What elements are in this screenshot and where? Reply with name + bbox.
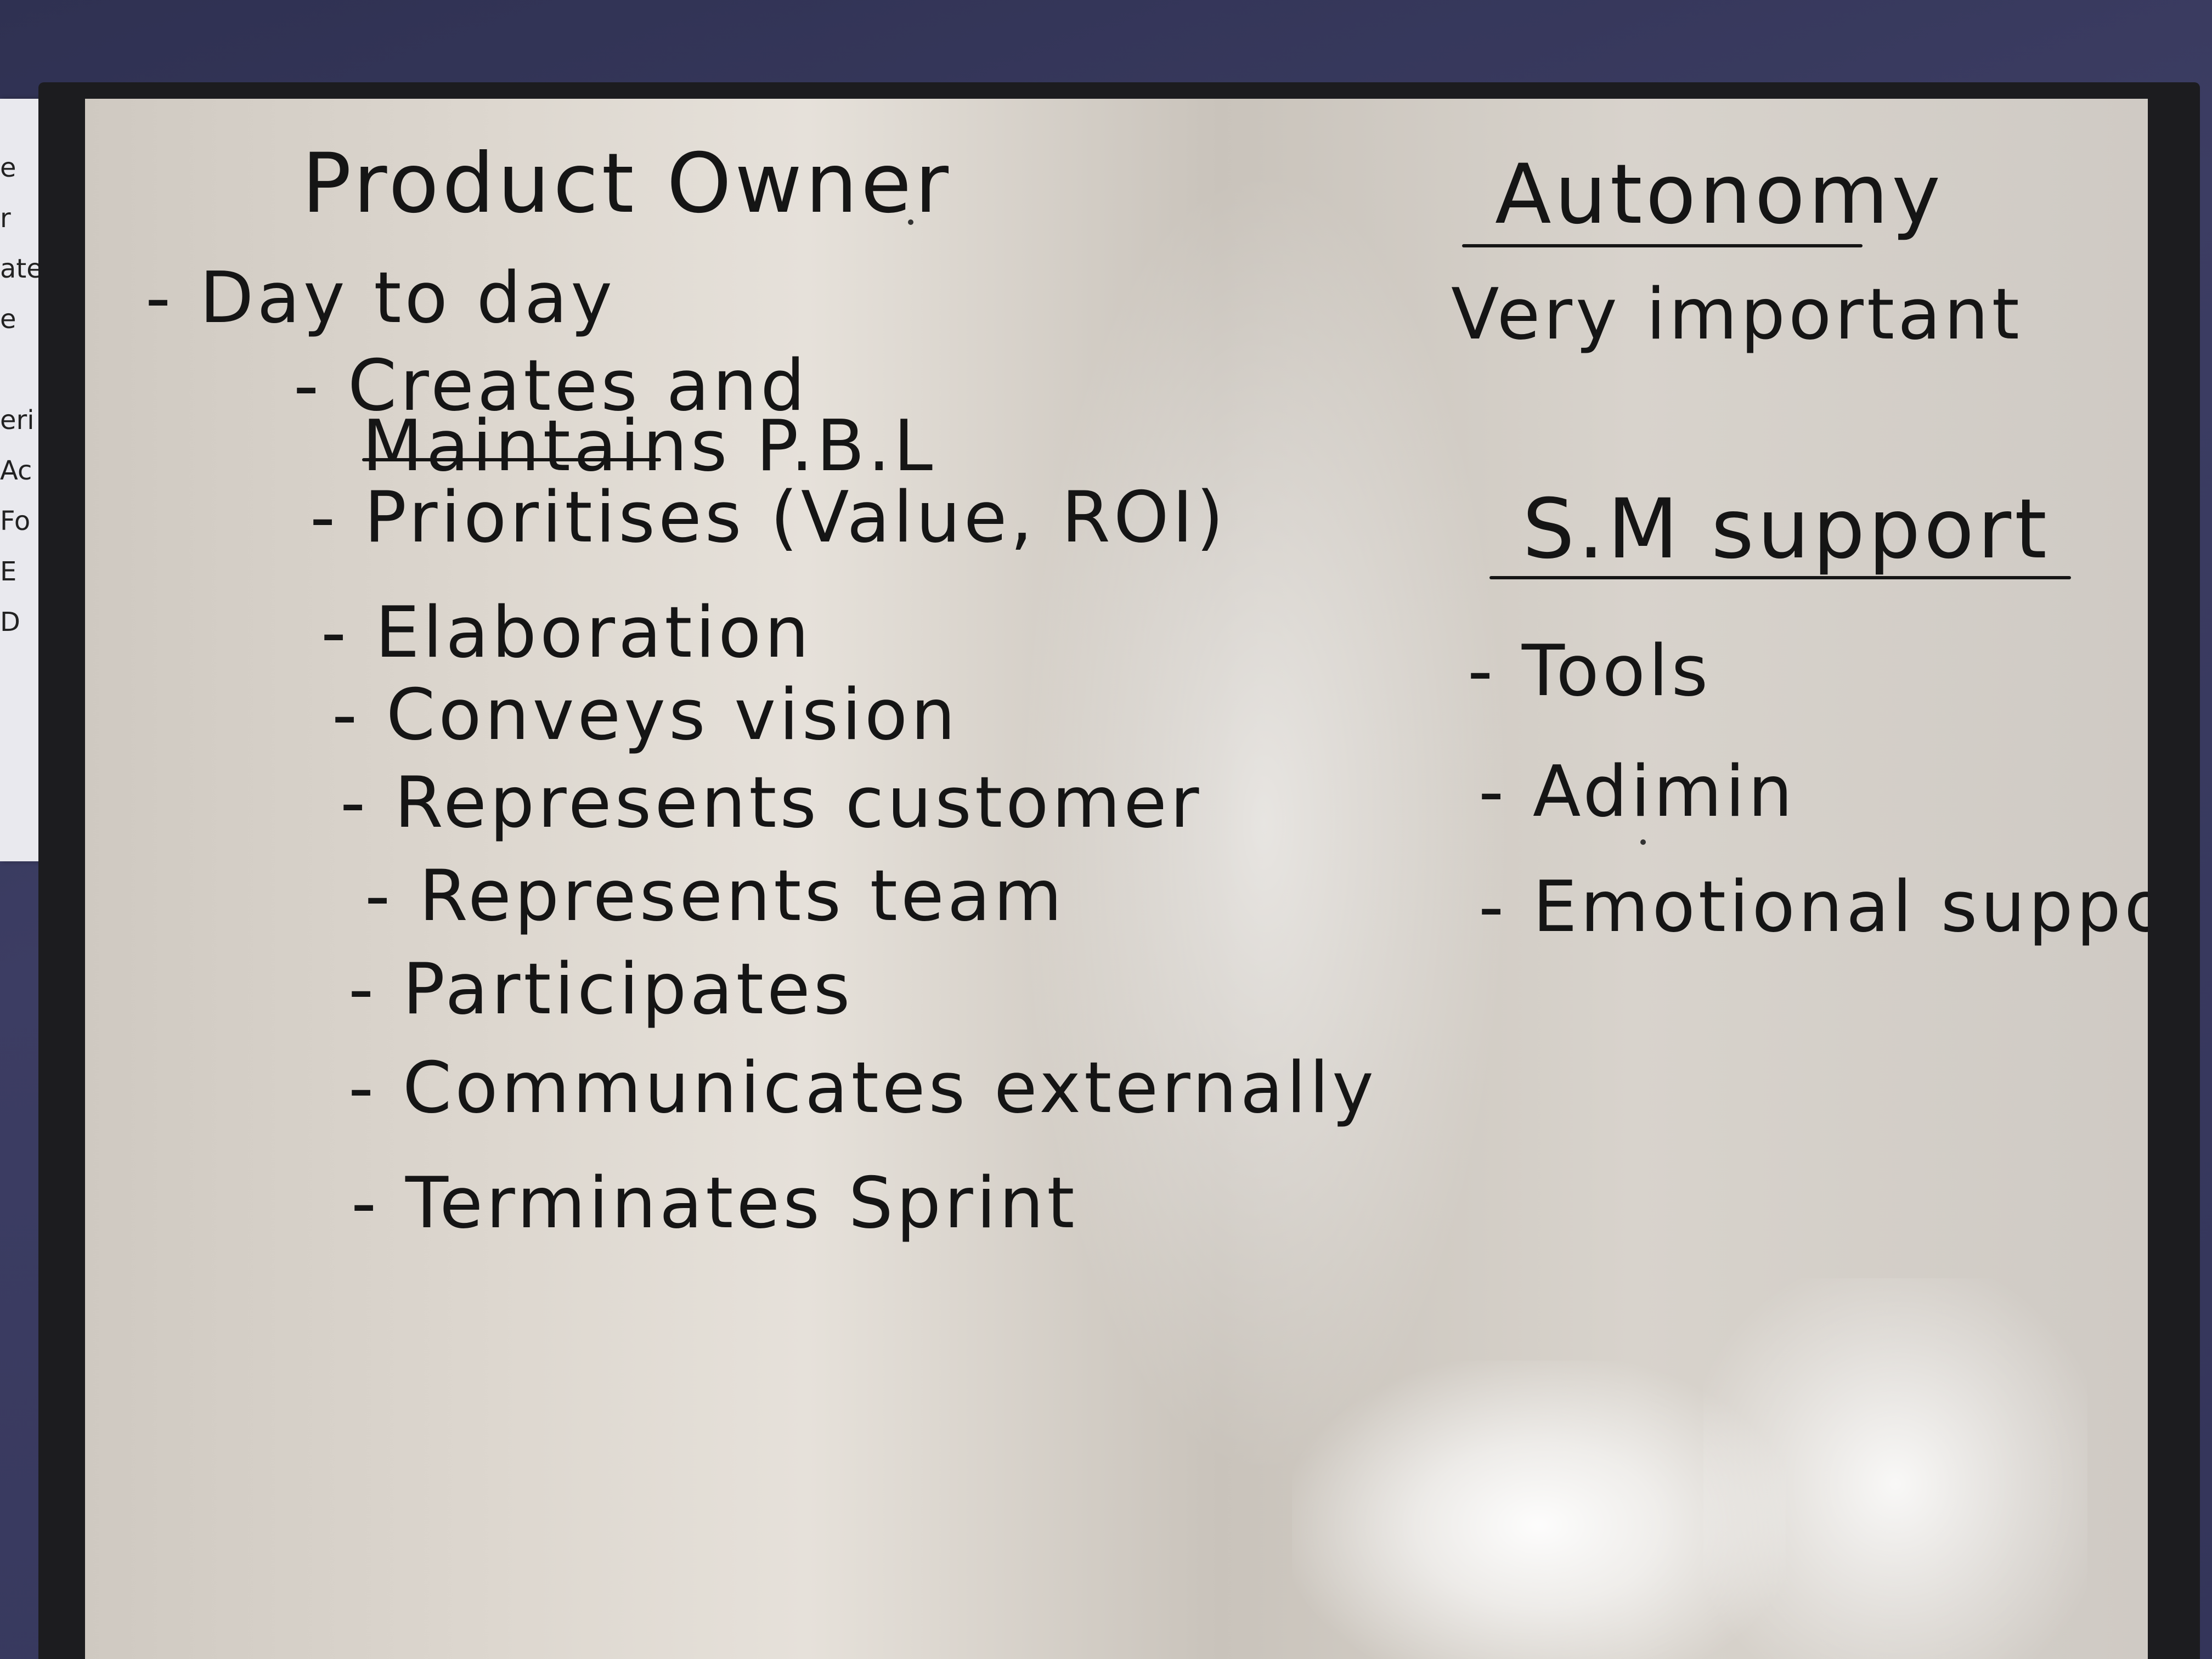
underline (1462, 244, 1863, 247)
list-item: - Adimin (1479, 751, 1796, 833)
list-item: - Participates (348, 949, 854, 1030)
list-item: - Communicates externally (348, 1047, 1377, 1129)
list-item: - Day to day (145, 257, 616, 339)
list-item: - Tools (1468, 630, 1712, 712)
heading-product-owner: Product Owner (302, 136, 952, 232)
marker-dot (908, 219, 913, 225)
underline (362, 458, 661, 461)
marker-dot (1640, 839, 1646, 845)
list-item: - Prioritises (Value, ROI) (310, 477, 1227, 558)
list-item: - Elaboration (321, 592, 812, 674)
list-item: - Terminates Sprint (351, 1163, 1078, 1244)
light-glare (1703, 1278, 2087, 1659)
text-very-important: Very important (1451, 274, 2023, 356)
list-item: - Represents team (365, 855, 1065, 937)
heading-autonomy: Autonomy (1495, 147, 1944, 242)
whiteboard-surface: Product Owner - Day to day - Creates and… (85, 99, 2148, 1659)
photo-scene: e r ate e eri Ac Fo E D bir ow Product O… (0, 0, 2212, 1659)
list-item: - Emotional support (1479, 866, 2148, 948)
underline (1489, 576, 2071, 579)
list-item: Maintains P.B.L (362, 405, 936, 487)
list-item: - Conveys vision (332, 674, 959, 756)
heading-sm-support: S.M support (1522, 482, 2050, 577)
list-item: - Represents customer (340, 762, 1203, 844)
